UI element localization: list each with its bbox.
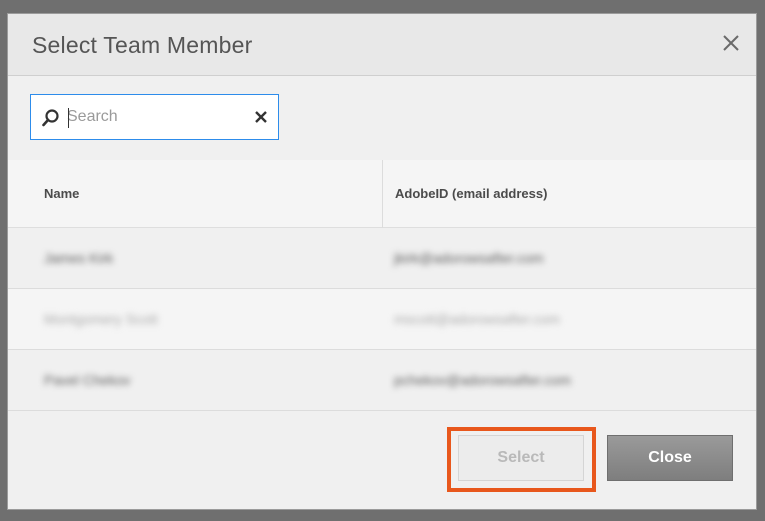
member-email: jkirk@adorowsafter.com [394,250,544,266]
table-header: Name AdobeID (email address) [8,160,756,228]
dialog-header: Select Team Member [8,14,756,76]
column-header-email[interactable]: AdobeID (email address) [382,160,756,228]
table-row[interactable]: Pavel Chekov pchekov@adorowsafter.com [8,350,756,411]
table-row[interactable]: James Kirk jkirk@adorowsafter.com [8,228,756,289]
member-name: Montgomery Scott [44,311,158,327]
member-name: James Kirk [44,250,114,266]
search-icon [41,108,61,128]
member-name: Pavel Chekov [44,372,131,388]
dialog-title: Select Team Member [32,32,253,58]
team-member-table: Name AdobeID (email address) James Kirk … [8,160,756,411]
close-icon[interactable] [720,32,742,54]
table-row[interactable]: Montgomery Scott mscott@adorowsafter.com [8,289,756,350]
member-email: mscott@adorowsafter.com [394,311,560,327]
search-field[interactable] [30,94,279,140]
clear-icon[interactable] [254,110,268,124]
select-team-member-dialog: Select Team Member Name AdobeID ( [7,13,757,510]
close-button[interactable]: Close [607,435,733,481]
highlight-annotation [447,427,596,492]
member-email: pchekov@adorowsafter.com [394,372,571,388]
column-header-name[interactable]: Name [32,160,382,228]
text-cursor [68,108,69,128]
search-input[interactable] [67,104,247,130]
